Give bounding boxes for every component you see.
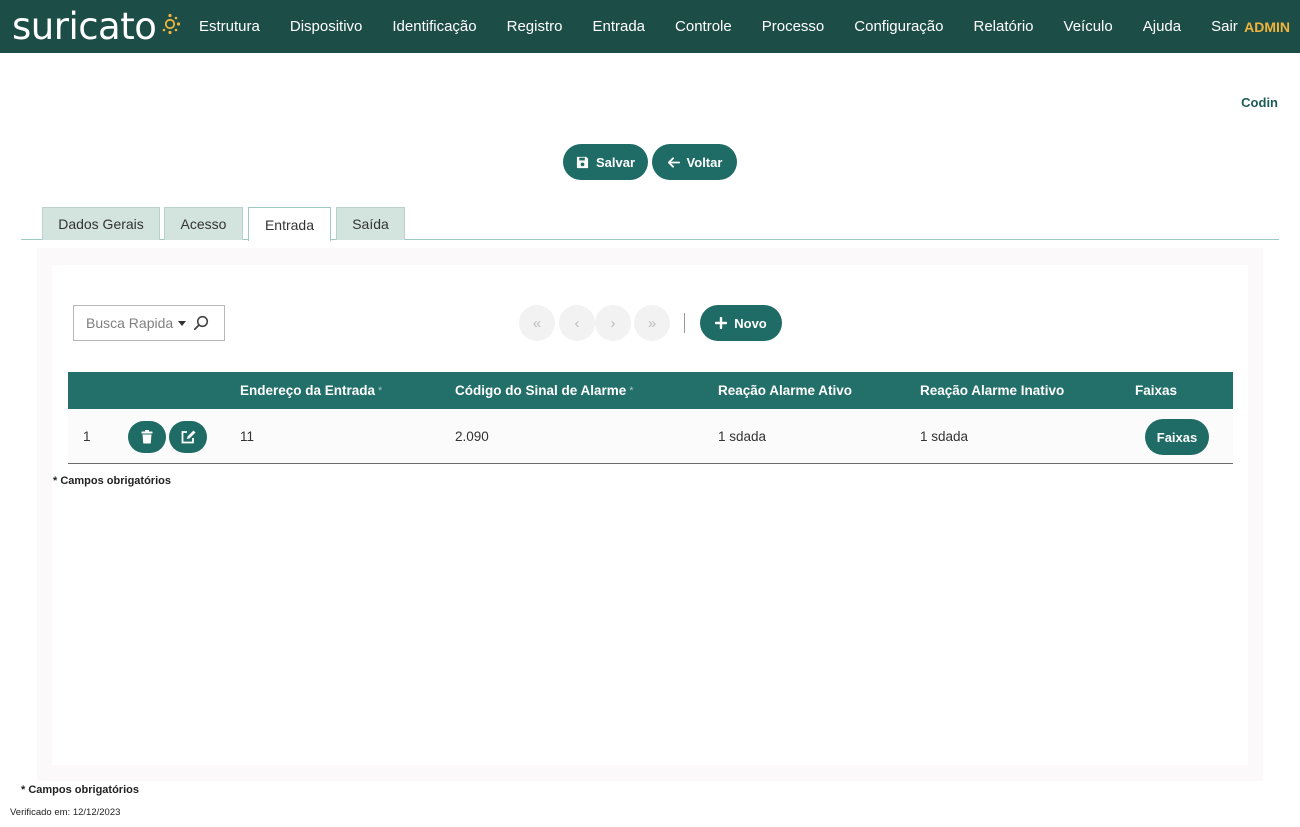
quick-search-input[interactable]: [86, 315, 176, 331]
required-marker: *: [378, 384, 383, 397]
column-header-reacao-ativo[interactable]: Reação Alarme Ativo: [718, 372, 852, 409]
cell-codigo: 2.090: [455, 429, 489, 444]
faixas-button[interactable]: Faixas: [1145, 419, 1209, 455]
nav-registro[interactable]: Registro: [492, 18, 578, 35]
cell-reacao-inativo: 1 sdada: [920, 429, 969, 444]
tab-bar: Dados Gerais Acesso Entrada Saída: [21, 207, 1279, 241]
nav-processo[interactable]: Processo: [747, 18, 840, 35]
edit-row-button[interactable]: [169, 421, 207, 453]
tab-dados-gerais[interactable]: Dados Gerais: [42, 207, 160, 240]
column-header-reacao-inativo[interactable]: Reação Alarme Inativo: [920, 372, 1064, 409]
magnifier-icon[interactable]: [193, 315, 209, 331]
cell-endereco: 11: [240, 429, 255, 444]
pager-first-button[interactable]: «: [519, 305, 555, 341]
required-fields-note: * Campos obrigatórios: [53, 475, 171, 487]
main-menu: Estrutura Dispositivo Identificação Regi…: [184, 0, 1253, 53]
delete-row-button[interactable]: [128, 421, 166, 453]
table-header: Endereço da Entrada * Código do Sinal de …: [68, 372, 1233, 409]
record-label: Codin: [1241, 95, 1278, 110]
nav-relatorio[interactable]: Relatório: [959, 18, 1049, 35]
verified-date: Verificado em: 12/12/2023: [10, 807, 121, 818]
pager-last-button[interactable]: »: [634, 305, 670, 341]
column-header-endereco[interactable]: Endereço da Entrada *: [240, 372, 382, 409]
row-index: 1: [83, 429, 91, 444]
column-label: Reação Alarme Ativo: [718, 383, 853, 398]
new-button[interactable]: Novo: [700, 305, 782, 341]
edit-icon: [181, 430, 195, 444]
suricato-logo[interactable]: suricato: [12, 4, 181, 48]
column-header-faixas[interactable]: Faixas: [1135, 372, 1177, 409]
tab-entrada[interactable]: Entrada: [248, 207, 331, 241]
plus-icon: [715, 317, 728, 329]
table-row: 1 11 2.090 1 sdada 1 sdada Faixas: [68, 409, 1233, 464]
save-button-label: Salvar: [595, 154, 636, 170]
nav-entrada[interactable]: Entrada: [577, 18, 660, 35]
trash-icon: [141, 430, 153, 444]
required-fields-note-footer: * Campos obrigatórios: [21, 784, 139, 796]
column-label: Faixas: [1135, 383, 1178, 398]
column-label: Código do Sinal de Alarme: [455, 383, 627, 398]
nav-dispositivo[interactable]: Dispositivo: [275, 18, 378, 35]
pager-prev-button[interactable]: ‹: [559, 305, 595, 341]
logo-text: suricato: [12, 4, 157, 48]
cell-reacao-ativo: 1 sdada: [718, 429, 767, 444]
logo-dots-icon: [163, 13, 181, 35]
nav-configuracao[interactable]: Configuração: [839, 18, 958, 35]
nav-identificacao[interactable]: Identificação: [377, 18, 491, 35]
new-button-label: Novo: [734, 315, 767, 331]
tab-saida[interactable]: Saída: [336, 207, 405, 240]
quick-search: [73, 305, 225, 341]
pager-next-button[interactable]: ›: [595, 305, 631, 341]
save-button[interactable]: Salvar: [563, 144, 648, 180]
nav-controle[interactable]: Controle: [660, 18, 747, 35]
required-marker: *: [629, 384, 634, 397]
floppy-disk-icon: [576, 156, 589, 168]
arrow-left-icon: [667, 156, 680, 168]
user-menu-admin[interactable]: ADMIN: [1244, 0, 1290, 53]
column-header-codigo[interactable]: Código do Sinal de Alarme *: [455, 372, 634, 409]
nav-estrutura[interactable]: Estrutura: [184, 18, 275, 35]
column-label: Endereço da Entrada: [240, 383, 376, 398]
toolbar-divider: [684, 313, 685, 333]
top-navbar: suricato Estrutura Dispositivo Identific…: [0, 0, 1300, 53]
tab-acesso[interactable]: Acesso: [164, 207, 243, 240]
nav-ajuda[interactable]: Ajuda: [1128, 18, 1196, 35]
back-button-label: Voltar: [686, 154, 723, 170]
search-dropdown-caret-icon[interactable]: [178, 320, 186, 326]
column-label: Reação Alarme Inativo: [920, 383, 1065, 398]
back-button[interactable]: Voltar: [652, 144, 737, 180]
nav-veiculo[interactable]: Veículo: [1049, 18, 1128, 35]
